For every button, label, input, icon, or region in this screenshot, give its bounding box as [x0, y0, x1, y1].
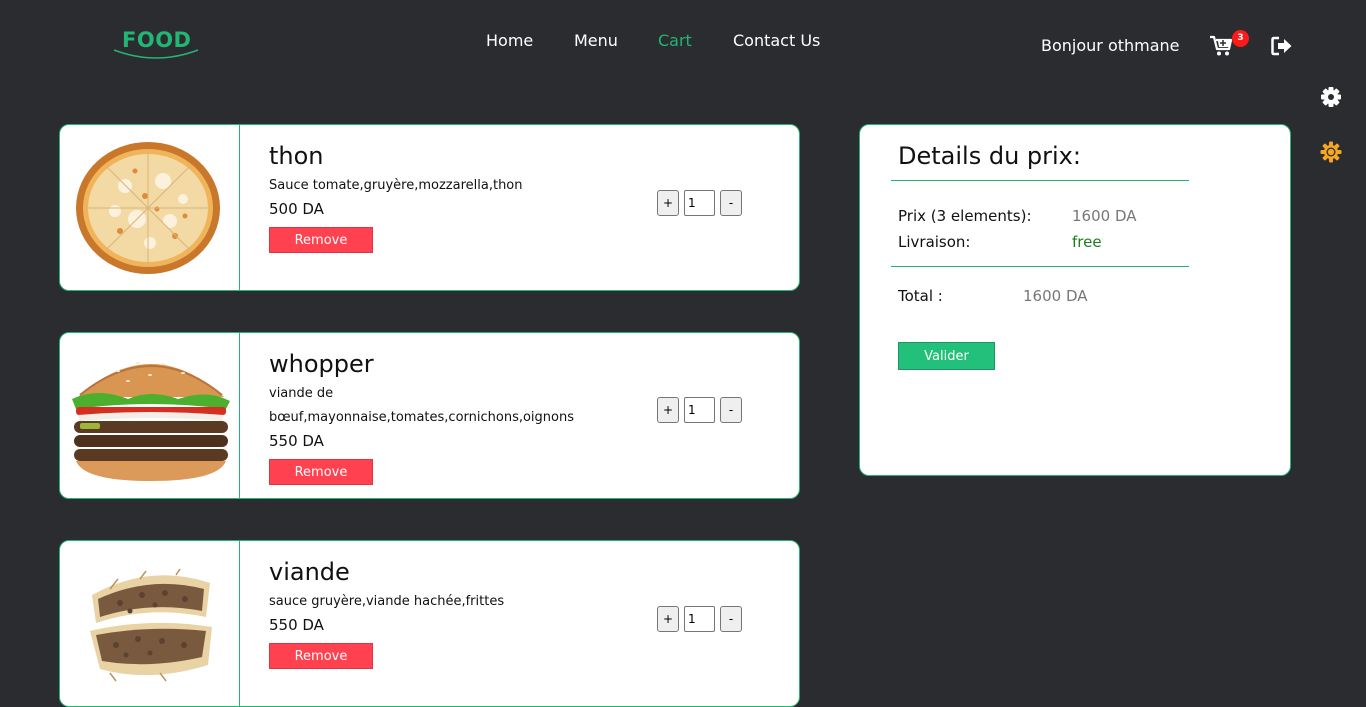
- prix-label: Prix (3 elements):: [898, 207, 1032, 225]
- cart-item-viande: viande sauce gruyère,viande hachée,fritt…: [59, 540, 800, 707]
- quantity-stepper: + -: [657, 397, 747, 423]
- item-image-cell: [60, 333, 240, 498]
- panel-title: Details du prix:: [898, 142, 1081, 170]
- logo[interactable]: FOOD: [112, 26, 200, 62]
- decrement-button[interactable]: -: [720, 190, 742, 216]
- sun-icon[interactable]: [1320, 141, 1342, 163]
- cart-item-whopper: whopper viande de bœuf,mayonnaise,tomate…: [59, 332, 800, 499]
- wrap-image: [90, 568, 212, 682]
- pizza-image: [76, 142, 220, 274]
- item-name: thon: [269, 142, 324, 170]
- cart-item-thon: thon Sauce tomate,gruyère,mozzarella,tho…: [59, 124, 800, 291]
- remove-button[interactable]: Remove: [269, 227, 373, 253]
- quantity-input[interactable]: [684, 190, 715, 216]
- item-description: viande de bœuf,mayonnaise,tomates,cornic…: [269, 386, 574, 425]
- nav-cart[interactable]: Cart: [658, 31, 692, 50]
- increment-button[interactable]: +: [657, 190, 679, 216]
- nav-contact-us[interactable]: Contact Us: [733, 31, 820, 50]
- item-price: 550 DA: [269, 616, 324, 634]
- item-name: whopper: [269, 350, 374, 378]
- quantity-stepper: + -: [657, 606, 747, 632]
- item-description: sauce gruyère,viande hachée,frittes: [269, 594, 505, 609]
- prix-value: 1600 DA: [1072, 207, 1137, 225]
- logo-swoosh-icon: [113, 49, 199, 59]
- quantity-input[interactable]: [684, 397, 715, 423]
- divider: [891, 180, 1189, 181]
- quantity-stepper: + -: [657, 190, 747, 216]
- price-details-panel: Details du prix: Prix (3 elements): 1600…: [859, 124, 1291, 476]
- livraison-label: Livraison:: [898, 233, 971, 251]
- gear-icon[interactable]: [1320, 86, 1342, 108]
- decrement-button[interactable]: -: [720, 606, 742, 632]
- item-image-cell: [60, 541, 240, 706]
- cart-count-badge: 3: [1232, 30, 1249, 47]
- nav-menu[interactable]: Menu: [574, 31, 618, 50]
- increment-button[interactable]: +: [657, 397, 679, 423]
- user-greeting: Bonjour othmane: [1041, 36, 1180, 55]
- total-value: 1600 DA: [1023, 287, 1088, 305]
- logout-icon[interactable]: [1271, 36, 1293, 56]
- livraison-value: free: [1072, 233, 1102, 251]
- burger-image: [72, 362, 230, 481]
- remove-button[interactable]: Remove: [269, 459, 373, 485]
- item-price: 500 DA: [269, 200, 324, 218]
- item-name: viande: [269, 558, 350, 586]
- item-image-cell: [60, 125, 240, 290]
- divider: [891, 266, 1189, 267]
- decrement-button[interactable]: -: [720, 397, 742, 423]
- remove-button[interactable]: Remove: [269, 643, 373, 669]
- quantity-input[interactable]: [684, 606, 715, 632]
- cart-icon[interactable]: [1209, 35, 1233, 57]
- total-label: Total :: [898, 287, 943, 305]
- nav-home[interactable]: Home: [486, 31, 533, 50]
- valider-button[interactable]: Valider: [898, 342, 995, 370]
- item-price: 550 DA: [269, 432, 324, 450]
- increment-button[interactable]: +: [657, 606, 679, 632]
- item-description: Sauce tomate,gruyère,mozzarella,thon: [269, 178, 523, 193]
